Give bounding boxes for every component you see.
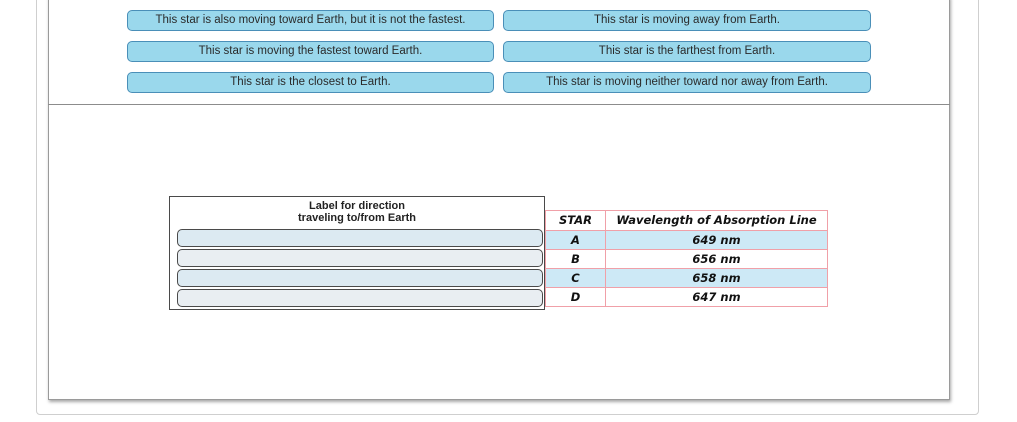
star-wavelength-table: STAR Wavelength of Absorption Line A 649… xyxy=(545,210,828,307)
table-row: A 649 nm xyxy=(545,230,828,250)
drop-target-header: Label for direction traveling to/from Ea… xyxy=(170,200,544,224)
label-tile-moving-toward-not-fastest[interactable]: This star is also moving toward Earth, b… xyxy=(127,10,494,31)
label-tile-closest[interactable]: This star is the closest to Earth. xyxy=(127,72,494,93)
panel-divider xyxy=(48,104,950,105)
table-header-wavelength: Wavelength of Absorption Line xyxy=(605,210,828,231)
label-tile-farthest[interactable]: This star is the farthest from Earth. xyxy=(503,41,871,62)
drop-slot-star-b[interactable] xyxy=(177,249,543,267)
table-header-star: STAR xyxy=(545,210,606,231)
label-tile-moving-away[interactable]: This star is moving away from Earth. xyxy=(503,10,871,31)
drop-target-header-line1: Label for direction xyxy=(309,200,405,212)
table-row: C 658 nm xyxy=(545,268,828,288)
table-cell-wavelength: 656 nm xyxy=(605,249,828,269)
drop-target-header-line2: traveling to/from Earth xyxy=(298,212,416,224)
table-cell-wavelength: 649 nm xyxy=(605,230,828,250)
table-cell-wavelength: 647 nm xyxy=(605,287,828,307)
table-cell-star: A xyxy=(545,230,606,250)
drop-slot-star-a[interactable] xyxy=(177,229,543,247)
drop-target-area: Label for direction traveling to/from Ea… xyxy=(169,196,545,310)
table-cell-star: C xyxy=(545,268,606,288)
label-tile-fastest-toward[interactable]: This star is moving the fastest toward E… xyxy=(127,41,494,62)
table-row: B 656 nm xyxy=(545,249,828,269)
table-cell-star: D xyxy=(545,287,606,307)
drop-slot-star-c[interactable] xyxy=(177,269,543,287)
table-row: D 647 nm xyxy=(545,287,828,307)
label-tile-neither[interactable]: This star is moving neither toward nor a… xyxy=(503,72,871,93)
table-cell-wavelength: 658 nm xyxy=(605,268,828,288)
table-cell-star: B xyxy=(545,249,606,269)
drop-slot-star-d[interactable] xyxy=(177,289,543,307)
